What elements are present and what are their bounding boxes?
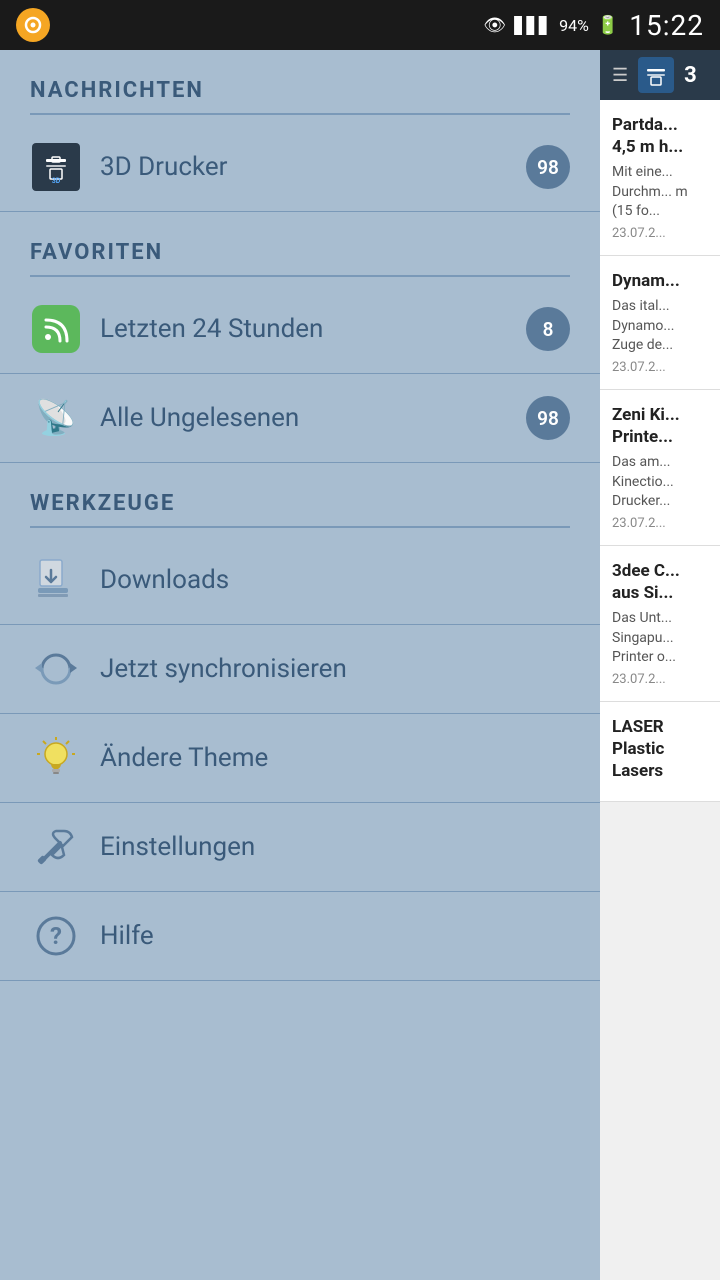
status-bar-right: 👁 ▋▋▋ 94% 🔋 15:22 bbox=[483, 9, 704, 42]
letzten-24-label: Letzten 24 Stunden bbox=[100, 314, 526, 344]
battery-text: 94% bbox=[559, 16, 589, 35]
svg-text:?: ? bbox=[50, 922, 62, 950]
sidebar-item-letzten-24[interactable]: Letzten 24 Stunden 8 bbox=[0, 285, 600, 374]
rph-3d-icon bbox=[638, 57, 674, 93]
battery-icon: 🔋 bbox=[597, 15, 619, 36]
section-favoriten: FAVORITEN bbox=[0, 212, 600, 275]
news-list: Partda...4,5 m h... Mit eine... Durchm..… bbox=[600, 100, 720, 802]
werkzeuge-divider bbox=[30, 526, 570, 528]
3d-printer-icon: 3D bbox=[30, 141, 82, 193]
hilfe-label: Hilfe bbox=[100, 921, 570, 951]
3d-drucker-badge: 98 bbox=[526, 145, 570, 189]
news-excerpt-1: Mit eine... Durchm... m (15 fo... bbox=[612, 163, 708, 222]
news-date-1: 23.07.2... bbox=[612, 226, 708, 241]
svg-text:3D: 3D bbox=[52, 177, 61, 185]
news-item-4[interactable]: 3dee C...aus Si... Das Unt... Singapu...… bbox=[600, 546, 720, 702]
news-item-2[interactable]: Dynam... Das ital... Dynamo... Zuge de..… bbox=[600, 256, 720, 390]
sidebar-item-jetzt-synchronisieren[interactable]: Jetzt synchronisieren bbox=[0, 625, 600, 714]
app-icon bbox=[16, 8, 50, 42]
sidebar-item-hilfe[interactable]: ? Hilfe bbox=[0, 892, 600, 981]
rss-icon bbox=[30, 303, 82, 355]
andere-theme-label: Ändere Theme bbox=[100, 743, 570, 773]
rph-title: 3 bbox=[684, 63, 697, 88]
news-date-2: 23.07.2... bbox=[612, 360, 708, 375]
news-excerpt-4: Das Unt... Singapu... Printer o... bbox=[612, 609, 708, 668]
news-date-3: 23.07.2... bbox=[612, 516, 708, 531]
sidebar: NACHRICHTEN 3D 3D Drucker 98 bbox=[0, 50, 600, 1280]
news-title-2: Dynam... bbox=[612, 270, 708, 292]
sidebar-item-andere-theme[interactable]: Ändere Theme bbox=[0, 714, 600, 803]
section-werkzeuge: WERKZEUGE bbox=[0, 463, 600, 526]
news-title-5: LASER PlasticLasers bbox=[612, 716, 708, 782]
bulb-icon bbox=[30, 732, 82, 784]
downloads-label: Downloads bbox=[100, 565, 570, 595]
sidebar-item-einstellungen[interactable]: Einstellungen bbox=[0, 803, 600, 892]
sidebar-item-3d-drucker[interactable]: 3D 3D Drucker 98 bbox=[0, 123, 600, 212]
status-bar-left bbox=[16, 8, 50, 42]
jetzt-synchronisieren-label: Jetzt synchronisieren bbox=[100, 654, 570, 684]
sidebar-item-alle-ungelesenen[interactable]: 📡 Alle Ungelesenen 98 bbox=[0, 374, 600, 463]
news-excerpt-3: Das am... Kinectio... Drucker... bbox=[612, 453, 708, 512]
news-excerpt-2: Das ital... Dynamo... Zuge de... bbox=[612, 297, 708, 356]
wifi-icon: 📡 bbox=[30, 392, 82, 444]
eye-icon: 👁 bbox=[483, 15, 506, 36]
main-container: NACHRICHTEN 3D 3D Drucker 98 bbox=[0, 50, 720, 1280]
news-item-5[interactable]: LASER PlasticLasers bbox=[600, 702, 720, 802]
right-panel: ☰ 3 Partda...4,5 m h... Mit eine... Durc… bbox=[600, 50, 720, 1280]
sync-icon bbox=[30, 643, 82, 695]
3d-drucker-label: 3D Drucker bbox=[100, 152, 526, 182]
news-title-3: Zeni Ki...Printe... bbox=[612, 404, 708, 448]
letzten-24-badge: 8 bbox=[526, 307, 570, 351]
status-time: 15:22 bbox=[629, 9, 704, 42]
news-item-1[interactable]: Partda...4,5 m h... Mit eine... Durchm..… bbox=[600, 100, 720, 256]
alle-ungelesenen-badge: 98 bbox=[526, 396, 570, 440]
news-date-4: 23.07.2... bbox=[612, 672, 708, 687]
status-bar: 👁 ▋▋▋ 94% 🔋 15:22 bbox=[0, 0, 720, 50]
signal-icon: ▋▋▋ bbox=[514, 16, 551, 35]
alle-ungelesenen-label: Alle Ungelesenen bbox=[100, 403, 526, 433]
status-icons: 👁 ▋▋▋ 94% 🔋 bbox=[483, 15, 619, 36]
right-panel-header: ☰ 3 bbox=[600, 50, 720, 100]
download-icon bbox=[30, 554, 82, 606]
section-nachrichten: NACHRICHTEN bbox=[0, 50, 600, 113]
sidebar-item-downloads[interactable]: Downloads bbox=[0, 536, 600, 625]
news-title-1: Partda...4,5 m h... bbox=[612, 114, 708, 158]
wrench-icon bbox=[30, 821, 82, 873]
favoriten-divider bbox=[30, 275, 570, 277]
nachrichten-divider bbox=[30, 113, 570, 115]
menu-icon-rph: ☰ bbox=[612, 65, 628, 86]
help-icon: ? bbox=[30, 910, 82, 962]
news-item-3[interactable]: Zeni Ki...Printe... Das am... Kinectio..… bbox=[600, 390, 720, 546]
news-title-4: 3dee C...aus Si... bbox=[612, 560, 708, 604]
einstellungen-label: Einstellungen bbox=[100, 832, 570, 862]
